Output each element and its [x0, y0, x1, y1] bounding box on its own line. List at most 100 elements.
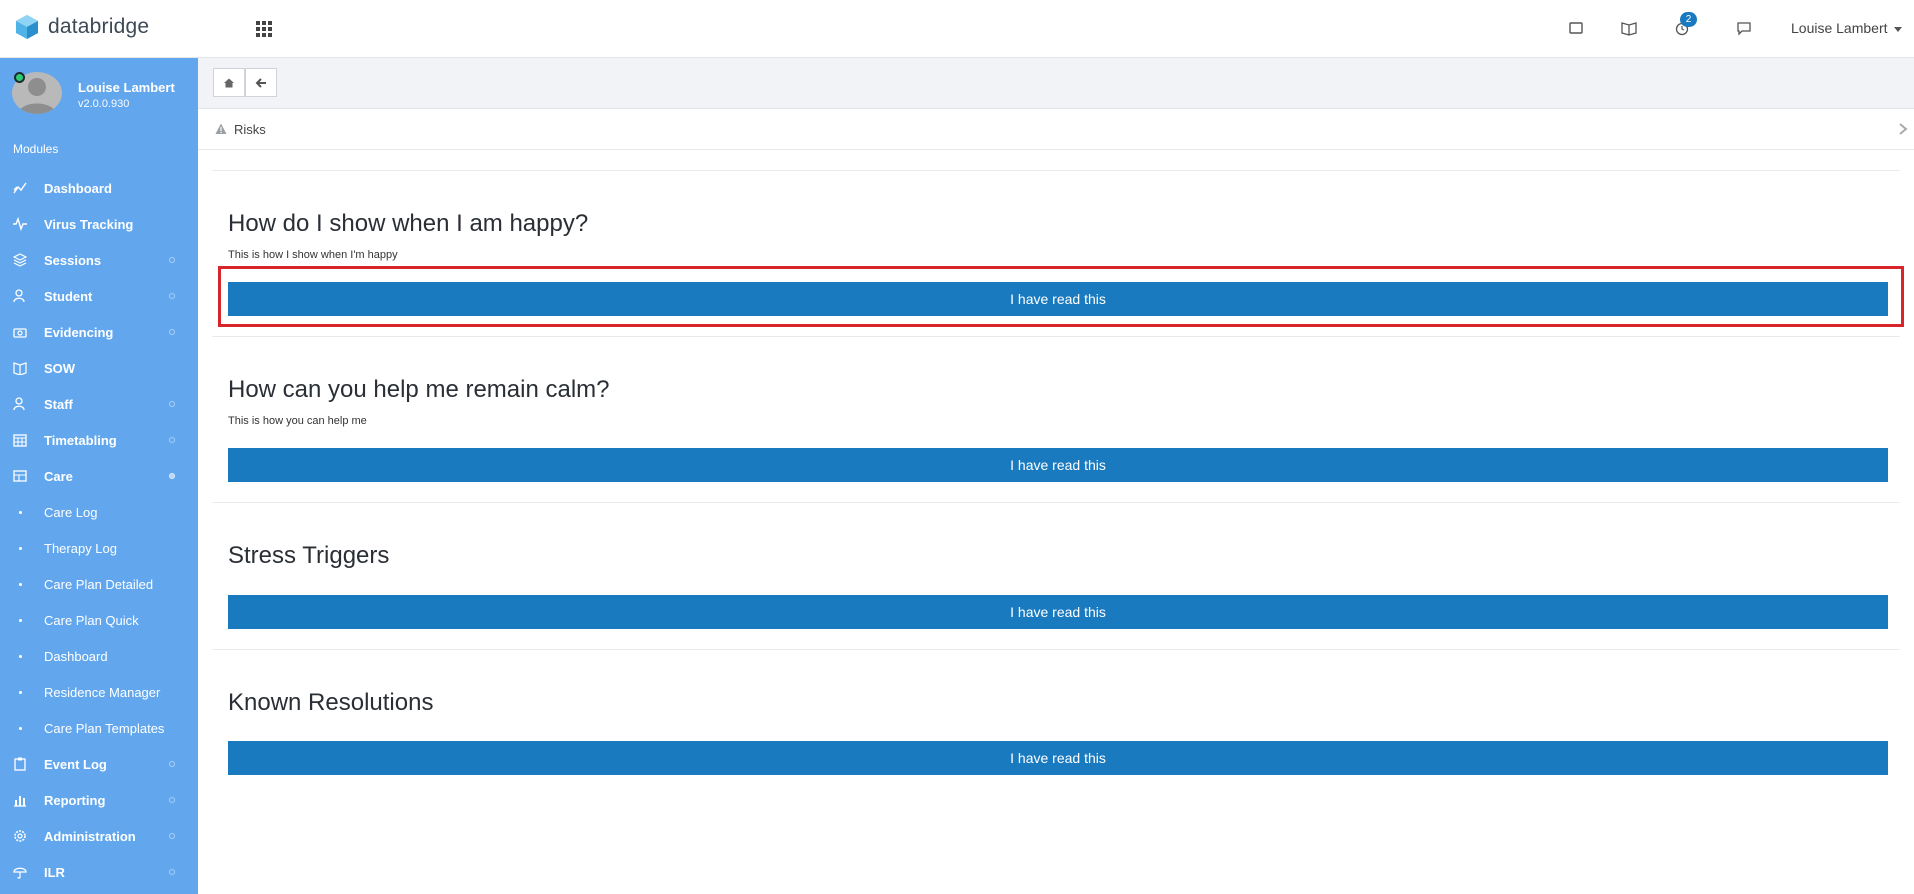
sidebar-item-label: Care Plan Quick [44, 612, 139, 628]
sidebar-item-care[interactable]: Care [0, 458, 198, 494]
online-status-icon [14, 72, 25, 83]
sidebar-subitem-dashboard[interactable]: Dashboard [0, 638, 198, 674]
section-title: How can you help me remain calm? [228, 376, 610, 403]
page-toolbar [198, 58, 1914, 109]
user-menu[interactable]: Louise Lambert [1791, 20, 1902, 36]
gear-icon [14, 830, 26, 842]
clipboard-icon [13, 470, 27, 482]
sidebar-item-label: Sessions [44, 252, 102, 268]
expand-indicator-icon [169, 833, 175, 839]
bullet-icon [19, 619, 22, 622]
i-have-read-this-button[interactable]: I have read this [228, 595, 1888, 629]
pulse-icon [13, 217, 27, 231]
sidebar-item-event-log[interactable]: Event Log [0, 746, 198, 782]
back-button[interactable] [245, 68, 277, 97]
expand-indicator-icon [169, 257, 175, 263]
i-have-read-this-button[interactable]: I have read this [228, 448, 1888, 482]
i-have-read-this-button[interactable]: I have read this [228, 282, 1888, 316]
app-version: v2.0.0.930 [78, 98, 130, 110]
sidebar-item-timetabling[interactable]: Timetabling [0, 422, 198, 458]
sidebar-item-staff[interactable]: Staff [0, 386, 198, 422]
arrow-left-icon [255, 77, 266, 88]
sidebar-item-label: Event Log [44, 756, 107, 772]
sidebar-item-label: Student [44, 288, 93, 304]
bullet-icon [19, 511, 22, 514]
clipboard-list-icon [14, 757, 26, 771]
book-icon [13, 362, 27, 375]
expand-indicator-icon [169, 761, 175, 767]
chevron-right-icon[interactable] [1897, 122, 1909, 136]
calendar-icon [13, 434, 27, 447]
sidebar-item-label: SOW [44, 360, 76, 376]
section-title: How do I show when I am happy? [228, 210, 589, 237]
expand-indicator-icon [169, 401, 175, 407]
sidebar-item-label: Evidencing [44, 324, 114, 340]
sidebar-item-virus-tracking[interactable]: Virus Tracking [0, 206, 198, 242]
sidebar-item-reporting[interactable]: Reporting [0, 782, 198, 818]
sidebar-item-label: Administration [44, 828, 136, 844]
sidebar-item-student[interactable]: Student [0, 278, 198, 314]
brand[interactable]: databridge [14, 14, 149, 40]
apps-grid-icon[interactable] [254, 19, 274, 39]
bullet-icon [19, 583, 22, 586]
top-navbar: databridge 2 Louise Lambert [0, 0, 1914, 58]
sidebar-subitem-therapy-log[interactable]: Therapy Log [0, 530, 198, 566]
user-menu-name: Louise Lambert [1791, 20, 1888, 36]
layers-icon [13, 253, 27, 267]
sidebar-item-label: Care Plan Detailed [44, 576, 154, 592]
databridge-logo-icon [16, 15, 38, 39]
breadcrumb: Risks [198, 109, 1914, 150]
profile-name: Louise Lambert [78, 80, 175, 95]
home-icon [224, 78, 234, 87]
expand-indicator-icon [169, 797, 175, 803]
umbrella-icon [13, 867, 27, 879]
sidebar-item-label: Therapy Log [44, 540, 117, 556]
section-description: This is how you can help me [228, 415, 367, 427]
expand-indicator-icon [169, 473, 175, 479]
book-icon[interactable] [1618, 17, 1640, 39]
sidebar-item-ilr[interactable]: ILR [0, 854, 198, 890]
sidebar-subitem-care-plan-templates[interactable]: Care Plan Templates [0, 710, 198, 746]
sidebar-item-administration[interactable]: Administration [0, 818, 198, 854]
sidebar-item-label: Dashboard [44, 180, 112, 196]
sidebar-item-evidencing[interactable]: Evidencing [0, 314, 198, 350]
i-have-read-this-button[interactable]: I have read this [228, 741, 1888, 775]
bullet-icon [19, 655, 22, 658]
chat-icon[interactable] [1733, 17, 1755, 39]
tablet-icon[interactable] [1565, 17, 1587, 39]
brand-name: databridge [48, 15, 150, 38]
expand-indicator-icon [169, 329, 175, 335]
sidebar-subitem-care-log[interactable]: Care Log [0, 494, 198, 530]
section-divider [212, 170, 1900, 171]
user-profile[interactable]: Louise Lambert v2.0.0.930 [12, 72, 192, 122]
sidebar-item-label: Staff [44, 396, 73, 412]
expand-indicator-icon [169, 293, 175, 299]
sidebar-item-sessions[interactable]: Sessions [0, 242, 198, 278]
sidebar-item-sow[interactable]: SOW [0, 350, 198, 386]
sidebar-item-label: Virus Tracking [44, 216, 134, 232]
section-description: This is how I show when I'm happy [228, 249, 398, 261]
sidebar-item-label: Timetabling [44, 432, 117, 448]
sidebar-subitem-residence-manager[interactable]: Residence Manager [0, 674, 198, 710]
sidebar-item-label: Care [44, 468, 73, 484]
section-divider [212, 502, 1900, 503]
sidebar-subitem-care-plan-quick[interactable]: Care Plan Quick [0, 602, 198, 638]
sidebar-item-label: Care Log [44, 504, 98, 520]
sidebar: Louise Lambert v2.0.0.930 Modules Dashbo… [0, 58, 198, 894]
home-button[interactable] [213, 68, 245, 97]
sidebar-item-label: Dashboard [44, 648, 108, 664]
camera-icon [13, 328, 27, 338]
breadcrumb-label: Risks [234, 122, 266, 137]
sidebar-item-label: Care Plan Templates [44, 720, 165, 736]
section-title: Stress Triggers [228, 542, 390, 569]
sidebar-item-dashboard[interactable]: Dashboard [0, 170, 198, 206]
expand-indicator-icon [169, 869, 175, 875]
chevron-down-icon [1893, 26, 1902, 32]
sidebar-item-label: Residence Manager [44, 684, 161, 700]
bullet-icon [19, 547, 22, 550]
sidebar-item-label: ILR [44, 864, 65, 880]
modules-heading: Modules [13, 142, 59, 156]
bullet-icon [19, 727, 22, 730]
bullet-icon [19, 691, 22, 694]
sidebar-subitem-care-plan-detailed[interactable]: Care Plan Detailed [0, 566, 198, 602]
